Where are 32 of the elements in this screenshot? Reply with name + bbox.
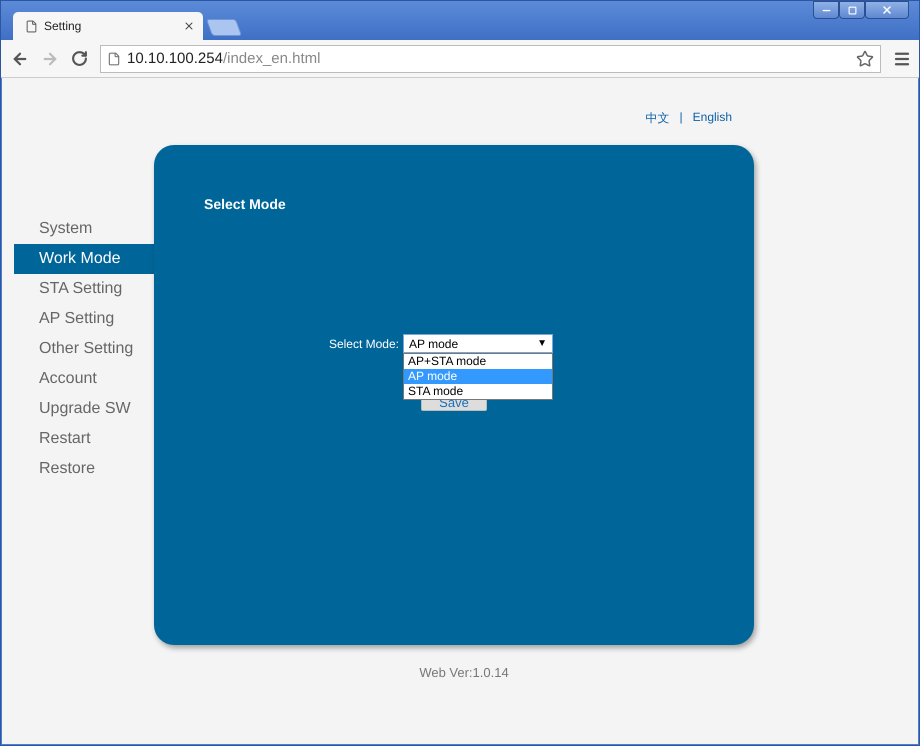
language-link[interactable]: 中文 (646, 110, 670, 145)
mode-select[interactable]: AP mode ▼ (403, 334, 553, 353)
sidebar-item[interactable]: Restart (14, 424, 154, 454)
page-icon (107, 52, 121, 66)
menu-button[interactable] (893, 50, 911, 68)
address-bar[interactable]: 10.10.100.254/index_en.html (100, 44, 881, 72)
star-icon[interactable] (856, 50, 874, 68)
back-button[interactable] (11, 50, 29, 68)
new-tab-button[interactable] (206, 19, 242, 36)
close-icon[interactable] (183, 20, 195, 32)
sidebar-item[interactable]: System (14, 214, 154, 244)
dropdown-option[interactable]: AP mode (404, 369, 552, 384)
close-icon (881, 4, 893, 16)
sidebar-item[interactable]: AP Setting (14, 304, 154, 334)
sidebar-item[interactable]: Account (14, 364, 154, 394)
minimize-button[interactable] (813, 1, 839, 19)
sidebar-item[interactable]: Restore (14, 454, 154, 484)
field-label: Select Mode: (328, 336, 399, 350)
page-icon (25, 20, 38, 32)
panel-title: Select Mode (204, 196, 287, 212)
maximize-button[interactable] (839, 1, 865, 19)
language-link[interactable]: English (692, 110, 732, 145)
reload-button[interactable] (71, 50, 88, 67)
sidebar-item[interactable]: STA Setting (14, 274, 154, 304)
close-button[interactable] (865, 1, 909, 19)
browser-tab[interactable]: Setting (13, 12, 203, 40)
sidebar-item[interactable]: Other Setting (14, 334, 154, 364)
maximize-icon (848, 6, 856, 14)
separator: | (680, 110, 683, 126)
sidebar-item[interactable]: Work Mode (14, 244, 154, 274)
sidebar-item[interactable]: Upgrade SW (14, 394, 154, 424)
version-text: Web Ver:1.0.14 (419, 665, 509, 680)
